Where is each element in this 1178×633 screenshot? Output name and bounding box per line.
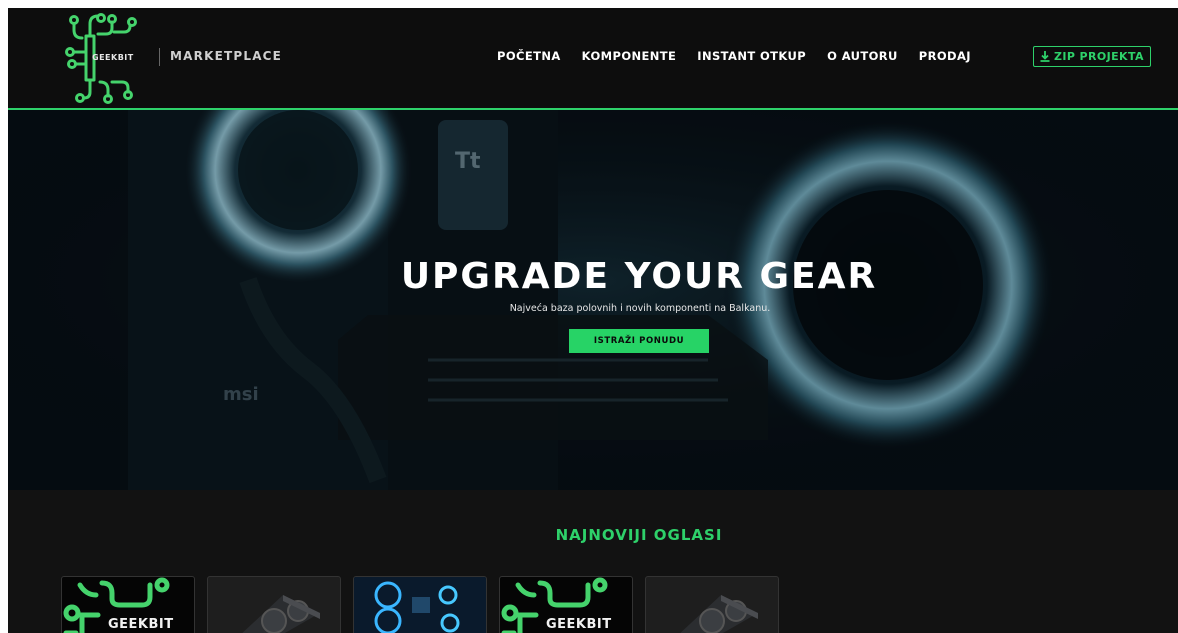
- listing-card[interactable]: [353, 576, 487, 633]
- pc-case-image: [354, 577, 486, 633]
- zip-button-label: ZIP PROJEKTA: [1054, 50, 1144, 63]
- istrazi-ponudu-button[interactable]: ISTRAŽI PONUDU: [569, 329, 709, 353]
- hero-title: UPGRADE YOUR GEAR: [400, 256, 878, 297]
- marketplace-label: MARKETPLACE: [170, 49, 283, 63]
- hero-banner: Tt msi UPGRADE YOUR GEAR Najveća baza po…: [8, 110, 1178, 490]
- nav-divider: [159, 48, 160, 66]
- gpu-image: [242, 595, 320, 633]
- zip-projekta-button[interactable]: ZIP PROJEKTA: [1033, 46, 1151, 67]
- brand-name: GEEKBIT: [92, 53, 134, 62]
- hero-subtitle: Najveća baza polovnih i novih komponenti…: [509, 303, 771, 314]
- listing-card[interactable]: GEEKBIT: [61, 576, 195, 633]
- main-menu: POČETNA KOMPONENTE INSTANT OTKUP O AUTOR…: [497, 49, 971, 65]
- nav-link-komponente[interactable]: KOMPONENTE: [582, 49, 677, 65]
- page: GEEKBIT MARKETPLACE POČETNA KOMPONENTE I…: [8, 8, 1178, 633]
- nav-link-prodaj[interactable]: PRODAJ: [919, 49, 971, 65]
- card-brand: GEEKBIT: [108, 617, 174, 632]
- listing-card[interactable]: GEEKBIT: [499, 576, 633, 633]
- listing-card[interactable]: [645, 576, 779, 633]
- nav-link-instant-otkup[interactable]: INSTANT OTKUP: [697, 49, 806, 65]
- top-navbar: GEEKBIT MARKETPLACE POČETNA KOMPONENTE I…: [8, 8, 1178, 110]
- gpu-image: [680, 595, 758, 633]
- card-brand: GEEKBIT: [546, 617, 612, 632]
- nav-link-o-autoru[interactable]: O AUTORU: [827, 49, 898, 65]
- download-icon: [1040, 51, 1050, 62]
- listing-card[interactable]: [207, 576, 341, 633]
- section-title: NAJNOVIJI OGLASI: [555, 526, 723, 544]
- hero-background-image: Tt msi: [8, 110, 1178, 490]
- nav-link-pocetna[interactable]: POČETNA: [497, 49, 561, 65]
- latest-listings-section: NAJNOVIJI OGLASI GEEKBIT GEEKBIT: [8, 490, 1178, 633]
